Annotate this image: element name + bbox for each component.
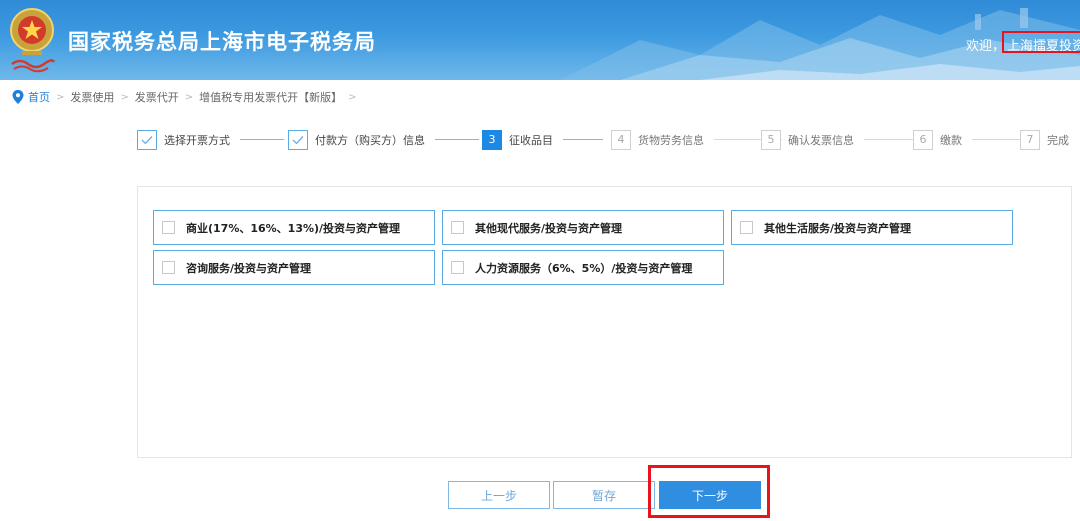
breadcrumb-separator: > <box>56 91 65 103</box>
breadcrumb-invoice-issue[interactable]: 发票代开 <box>135 89 179 105</box>
step-connector <box>563 139 603 140</box>
step-number: 6 <box>913 129 933 150</box>
step-7: 7 完成 <box>1020 129 1069 150</box>
breadcrumb: 首页 > 发票使用 > 发票代开 > 增值税专用发票代开【新版】 > <box>12 88 363 106</box>
welcome-text: 欢迎， <box>966 39 1006 54</box>
option-label: 人力资源服务（6%、5%）/投资与资产管理 <box>475 261 693 275</box>
breadcrumb-vat-special-invoice: 增值税专用发票代开【新版】 <box>199 91 343 104</box>
step-connector <box>435 139 479 140</box>
step-label: 确认发票信息 <box>788 133 854 147</box>
previous-step-button[interactable]: 上一步 <box>448 481 550 509</box>
step-label: 货物劳务信息 <box>638 133 704 147</box>
tax-emblem-icon <box>10 8 56 73</box>
checkbox[interactable] <box>162 261 175 274</box>
step-number: 4 <box>611 129 631 150</box>
step-number: 7 <box>1020 129 1040 150</box>
step-2: 付款方（购买方）信息 <box>288 129 479 150</box>
option-label: 咨询服务/投资与资产管理 <box>186 261 312 275</box>
site-header: 国家税务总局上海市电子税务局 欢迎， 上海擂夏投资 <box>0 0 1080 80</box>
step-check-icon <box>137 129 157 150</box>
option-label: 其他生活服务/投资与资产管理 <box>764 221 912 235</box>
step-number: 5 <box>761 129 781 150</box>
option-consulting-services[interactable]: 咨询服务/投资与资产管理 <box>153 250 435 285</box>
progress-steps: 选择开票方式 付款方（购买方）信息 3 征收品目 4 货物劳务信息 5 确认发票… <box>137 129 1072 151</box>
option-other-life-services[interactable]: 其他生活服务/投资与资产管理 <box>731 210 1013 245</box>
step-label: 征收品目 <box>509 133 553 147</box>
breadcrumb-separator: > <box>184 91 194 103</box>
option-commerce[interactable]: 商业(17%、16%、13%)/投资与资产管理 <box>153 210 435 245</box>
step-label: 付款方（购买方）信息 <box>315 133 425 147</box>
breadcrumb-home[interactable]: 首页 <box>28 89 50 105</box>
step-connector <box>972 139 1027 140</box>
step-label: 选择开票方式 <box>164 133 230 147</box>
breadcrumb-separator: > <box>348 91 357 103</box>
user-name-link[interactable]: 上海擂夏投资 <box>1002 31 1080 53</box>
tax-item-panel: 商业(17%、16%、13%)/投资与资产管理 其他现代服务/投资与资产管理 其… <box>137 186 1072 458</box>
step-1: 选择开票方式 <box>137 129 284 150</box>
step-connector <box>240 139 284 140</box>
step-6: 6 缴款 <box>913 129 1027 150</box>
breadcrumb-invoice-use[interactable]: 发票使用 <box>70 89 114 105</box>
step-check-icon <box>288 129 308 150</box>
step-3: 3 征收品目 <box>482 129 603 150</box>
step-label: 缴款 <box>940 133 962 147</box>
step-number: 3 <box>482 129 502 150</box>
step-label: 完成 <box>1047 133 1069 147</box>
location-pin-icon <box>12 90 24 104</box>
step-connector <box>864 139 918 140</box>
option-label: 商业(17%、16%、13%)/投资与资产管理 <box>186 221 401 235</box>
option-hr-services[interactable]: 人力资源服务（6%、5%）/投资与资产管理 <box>442 250 724 285</box>
save-draft-button[interactable]: 暂存 <box>553 481 655 509</box>
option-label: 其他现代服务/投资与资产管理 <box>475 221 623 235</box>
checkbox[interactable] <box>740 221 753 234</box>
checkbox[interactable] <box>162 221 175 234</box>
breadcrumb-separator: > <box>120 91 129 103</box>
checkbox[interactable] <box>451 221 464 234</box>
next-step-button[interactable]: 下一步 <box>659 481 761 509</box>
step-4: 4 货物劳务信息 <box>611 129 782 150</box>
option-other-modern-services[interactable]: 其他现代服务/投资与资产管理 <box>442 210 724 245</box>
site-title: 国家税务总局上海市电子税务局 <box>68 30 376 54</box>
step-5: 5 确认发票信息 <box>761 129 918 150</box>
checkbox[interactable] <box>451 261 464 274</box>
